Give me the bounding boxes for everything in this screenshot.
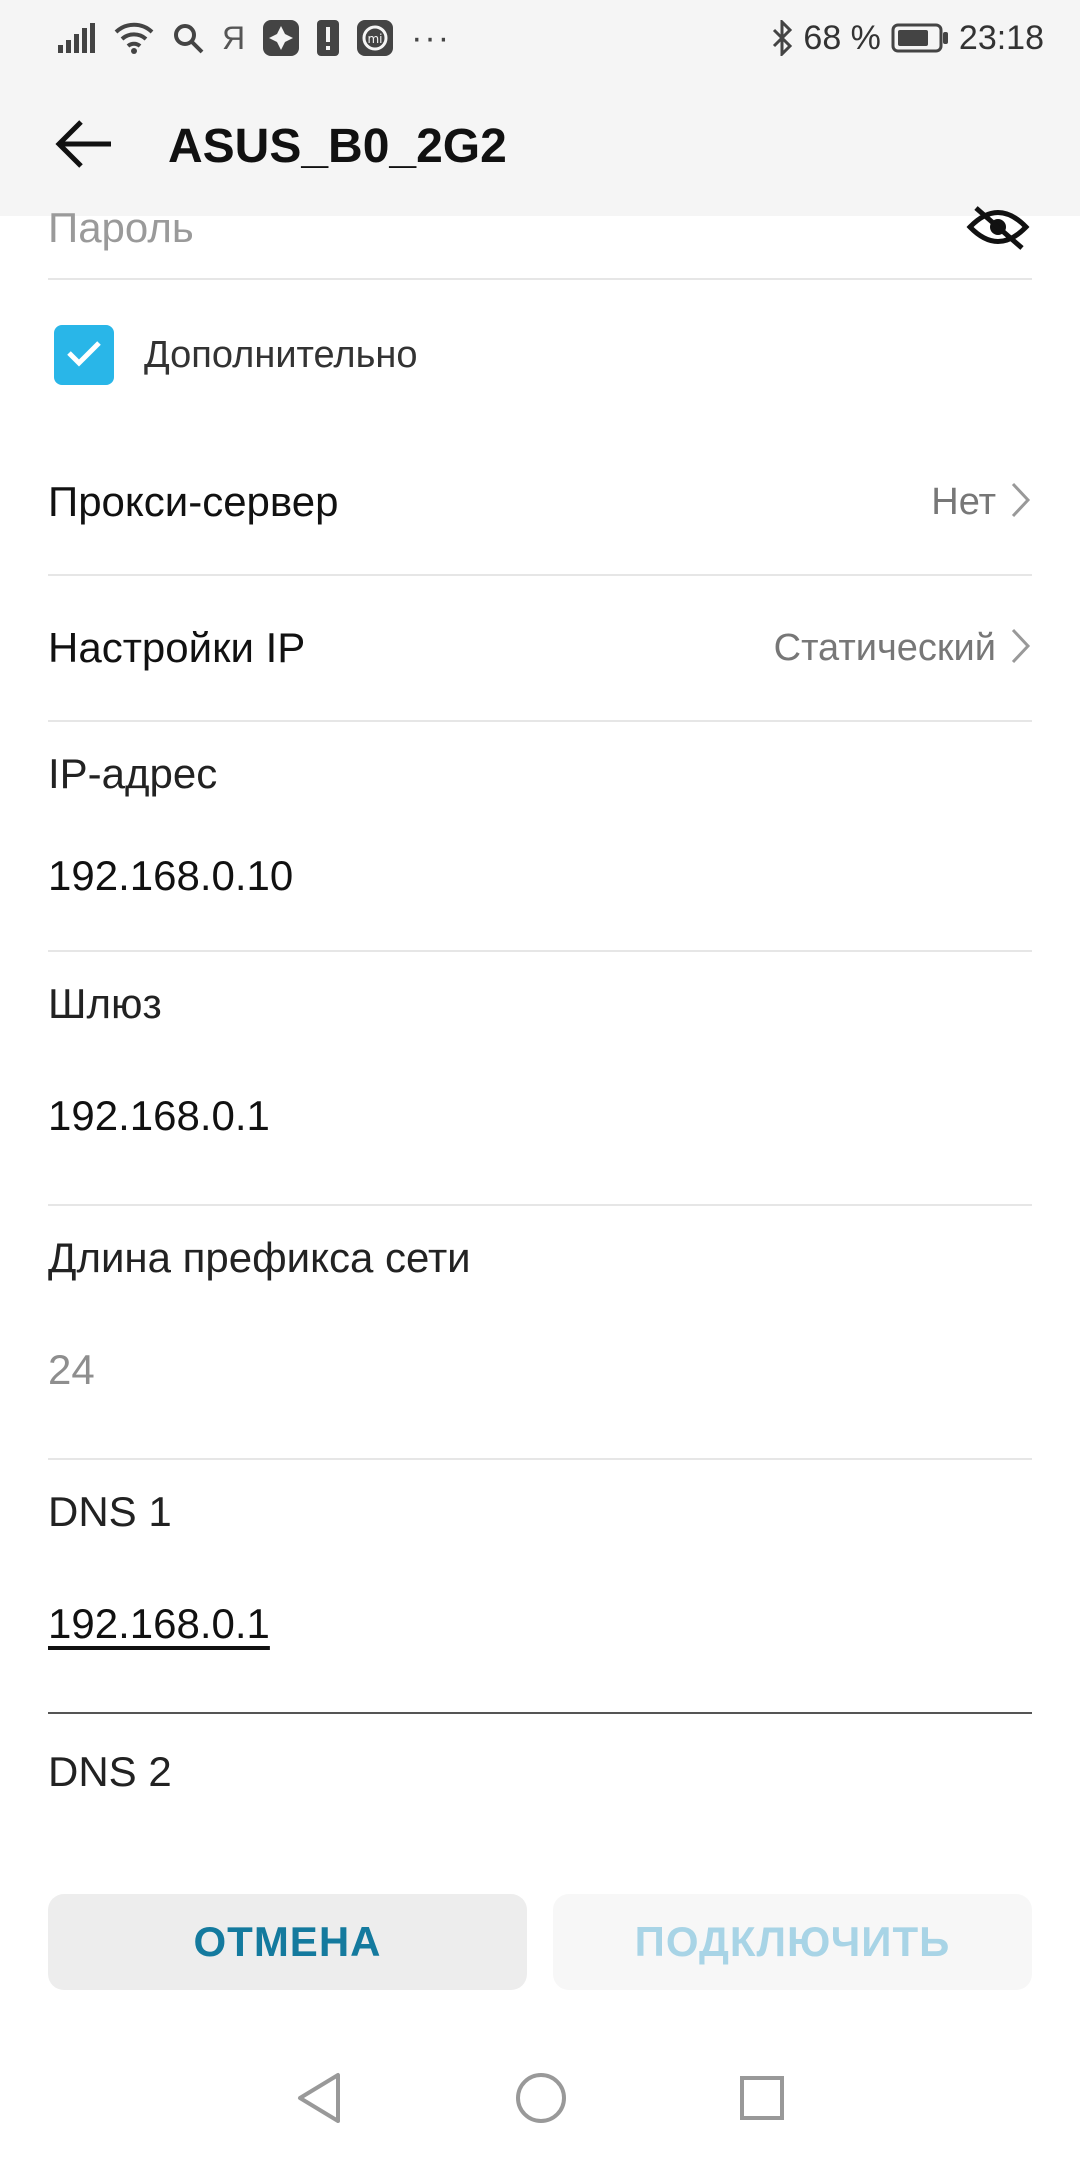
home-circle-icon[interactable]: [514, 2071, 568, 2130]
gateway-input[interactable]: 192.168.0.1: [48, 1092, 270, 1140]
signal-icon: [58, 23, 96, 53]
dns2-field[interactable]: DNS 2: [48, 1714, 1032, 1834]
checkmark-icon: [64, 337, 104, 374]
ip-settings-value: Статический: [773, 626, 996, 669]
password-field[interactable]: Пароль: [48, 204, 1032, 280]
bluetooth-icon: [771, 20, 793, 56]
recents-square-icon[interactable]: [738, 2074, 786, 2127]
password-placeholder: Пароль: [48, 204, 194, 251]
ip-settings-row[interactable]: Настройки IP Статический: [48, 576, 1032, 722]
back-triangle-icon[interactable]: [294, 2071, 344, 2130]
proxy-value-group: Нет: [931, 481, 1032, 524]
prefix-length-field[interactable]: Длина префикса сети 24: [48, 1206, 1032, 1460]
app-icon: [263, 20, 300, 56]
gateway-label: Шлюз: [48, 980, 162, 1027]
status-bar: Я mi ··· 68 % 23:18: [0, 0, 1080, 76]
more-icon: ···: [411, 18, 452, 57]
eye-off-icon[interactable]: [966, 202, 1030, 257]
yandex-icon: Я: [222, 19, 246, 56]
chevron-right-icon: [1010, 481, 1032, 524]
proxy-value: Нет: [931, 480, 996, 523]
alert-icon: [317, 20, 340, 56]
prefix-length-input[interactable]: 24: [48, 1346, 95, 1394]
gateway-field[interactable]: Шлюз 192.168.0.1: [48, 952, 1032, 1206]
battery-percent: 68 %: [803, 18, 881, 57]
search-icon: [172, 22, 204, 54]
back-button[interactable]: [40, 101, 130, 191]
ip-settings-value-group: Статический: [774, 627, 1032, 670]
action-buttons: ОТМЕНА ПОДКЛЮЧИТЬ: [48, 1894, 1032, 1990]
dns1-input[interactable]: 192.168.0.1: [48, 1600, 270, 1648]
dns1-label: DNS 1: [48, 1488, 172, 1535]
network-settings-form: Пароль Дополнительно Прокси-сервер Нет Н…: [48, 204, 1032, 1834]
advanced-checkbox[interactable]: [54, 325, 114, 385]
advanced-label: Дополнительно: [144, 333, 418, 376]
ip-address-input[interactable]: 192.168.0.10: [48, 852, 293, 900]
svg-text:mi: mi: [368, 32, 383, 46]
arrow-left-icon: [55, 119, 115, 174]
ip-settings-label: Настройки IP: [48, 624, 306, 671]
connect-button[interactable]: ПОДКЛЮЧИТЬ: [553, 1894, 1032, 1990]
proxy-row[interactable]: Прокси-сервер Нет: [48, 430, 1032, 576]
clock: 23:18: [958, 18, 1044, 57]
dns2-label: DNS 2: [48, 1748, 172, 1795]
mi-icon: mi: [357, 20, 394, 56]
ip-address-field[interactable]: IP-адрес 192.168.0.10: [48, 722, 1032, 952]
chevron-right-icon: [1010, 627, 1032, 670]
status-bar-right: 68 % 23:18: [771, 19, 1044, 58]
ip-address-label: IP-адрес: [48, 750, 218, 797]
battery-icon: [891, 23, 949, 53]
prefix-length-label: Длина префикса сети: [48, 1234, 471, 1281]
advanced-option[interactable]: Дополнительно: [48, 280, 1032, 430]
page-title: ASUS_B0_2G2: [168, 119, 507, 173]
status-bar-left: Я mi ···: [58, 19, 451, 58]
system-nav-bar: [0, 2040, 1080, 2160]
dns1-field[interactable]: DNS 1 192.168.0.1: [48, 1460, 1032, 1714]
app-bar: ASUS_B0_2G2: [0, 76, 1080, 216]
wifi-icon: [114, 22, 154, 54]
cancel-button[interactable]: ОТМЕНА: [48, 1894, 527, 1990]
proxy-label: Прокси-сервер: [48, 478, 339, 525]
